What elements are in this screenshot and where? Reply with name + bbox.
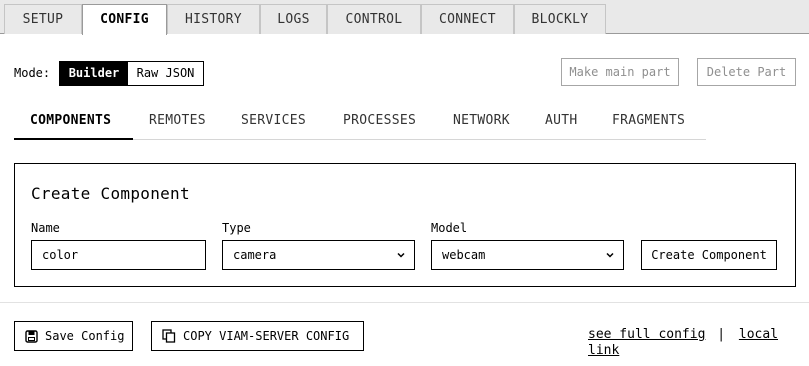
save-config-label: Save Config <box>45 329 125 343</box>
mode-toggle: Builder Raw JSON <box>59 61 204 86</box>
link-separator: | <box>717 327 726 342</box>
mode-label: Mode: <box>14 66 51 80</box>
chevron-down-icon <box>397 252 405 258</box>
tab-services[interactable]: SERVICES <box>225 106 322 140</box>
tab-blockly[interactable]: BLOCKLY <box>514 4 606 34</box>
panel-title: Create Component <box>31 184 190 203</box>
save-icon <box>25 329 38 343</box>
mode-builder-button[interactable]: Builder <box>60 62 128 85</box>
tab-control[interactable]: CONTROL <box>327 4 421 34</box>
type-select-value: camera <box>233 248 277 262</box>
copy-config-label: COPY VIAM-SERVER CONFIG <box>183 329 350 343</box>
tab-remotes[interactable]: REMOTES <box>133 106 222 140</box>
copy-viam-server-config-button[interactable]: COPY VIAM-SERVER CONFIG <box>151 321 364 351</box>
delete-part-button[interactable]: Delete Part <box>697 58 796 86</box>
save-config-button[interactable]: Save Config <box>14 321 133 351</box>
model-label: Model <box>431 221 468 235</box>
tab-fragments[interactable]: FRAGMENTS <box>596 106 701 140</box>
name-input[interactable] <box>31 240 206 270</box>
see-full-config-link[interactable]: see full config <box>588 327 705 342</box>
config-links: see full config | local link <box>588 327 809 359</box>
divider <box>0 302 809 303</box>
mode-raw-json-button[interactable]: Raw JSON <box>128 62 203 85</box>
tab-history[interactable]: HISTORY <box>167 4 260 34</box>
type-select[interactable]: camera <box>222 240 415 270</box>
chevron-down-icon <box>606 252 614 258</box>
make-main-part-button[interactable]: Make main part <box>561 58 679 86</box>
tab-setup[interactable]: SETUP <box>4 4 82 34</box>
create-component-panel: Create Component Name Type camera Model … <box>14 163 796 287</box>
tab-auth[interactable]: AUTH <box>529 106 594 140</box>
tab-logs[interactable]: LOGS <box>260 4 327 34</box>
config-section-tabs: COMPONENTS REMOTES SERVICES PROCESSES NE… <box>14 106 706 140</box>
model-select-value: webcam <box>442 248 486 262</box>
tab-config[interactable]: CONFIG <box>82 4 167 35</box>
name-label: Name <box>31 221 60 235</box>
create-component-button[interactable]: Create Component <box>641 240 777 270</box>
tab-connect[interactable]: CONNECT <box>421 4 514 34</box>
copy-icon <box>162 329 176 343</box>
tab-components[interactable]: COMPONENTS <box>14 106 133 140</box>
tab-processes[interactable]: PROCESSES <box>327 106 432 140</box>
type-label: Type <box>222 221 251 235</box>
model-select[interactable]: webcam <box>431 240 624 270</box>
top-tab-bar: SETUP CONFIG HISTORY LOGS CONTROL CONNEC… <box>0 0 809 35</box>
tab-network[interactable]: NETWORK <box>437 106 526 140</box>
